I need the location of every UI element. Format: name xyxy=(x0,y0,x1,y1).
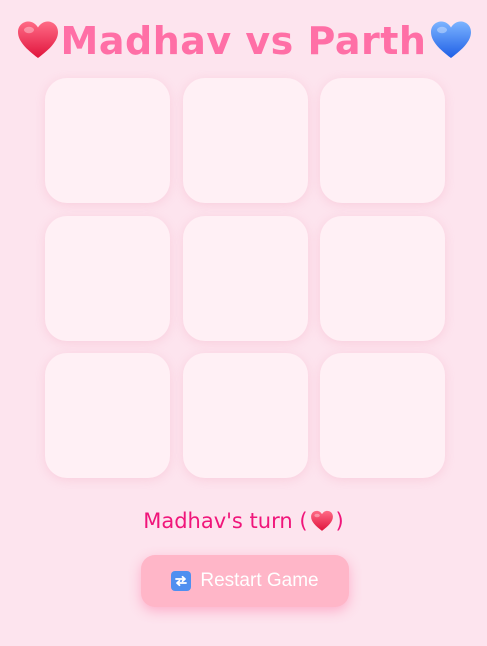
board-cell-1[interactable] xyxy=(45,78,170,203)
page-title: Madhav vs Parth xyxy=(60,19,427,63)
red-heart-icon xyxy=(310,510,333,531)
turn-status: Madhav's turn ( ) xyxy=(0,504,487,538)
turn-status-prefix: Madhav's turn ( xyxy=(143,509,308,533)
header: Madhav vs Parth xyxy=(0,14,487,70)
board-cell-7[interactable] xyxy=(45,353,170,478)
game-board xyxy=(45,78,445,478)
board-cell-9[interactable] xyxy=(320,353,445,478)
refresh-icon xyxy=(171,571,192,591)
board-cell-6[interactable] xyxy=(320,215,445,341)
board-cell-4[interactable] xyxy=(45,215,170,341)
board-cell-8[interactable] xyxy=(182,353,308,478)
board-cell-3[interactable] xyxy=(320,78,445,203)
board-cell-5[interactable] xyxy=(182,215,308,341)
board-cell-2[interactable] xyxy=(182,78,308,203)
blue-heart-icon xyxy=(431,21,471,58)
restart-game-label: Restart Game xyxy=(200,570,319,591)
restart-game-button[interactable]: Restart Game xyxy=(141,555,349,607)
turn-status-suffix: ) xyxy=(335,509,344,533)
